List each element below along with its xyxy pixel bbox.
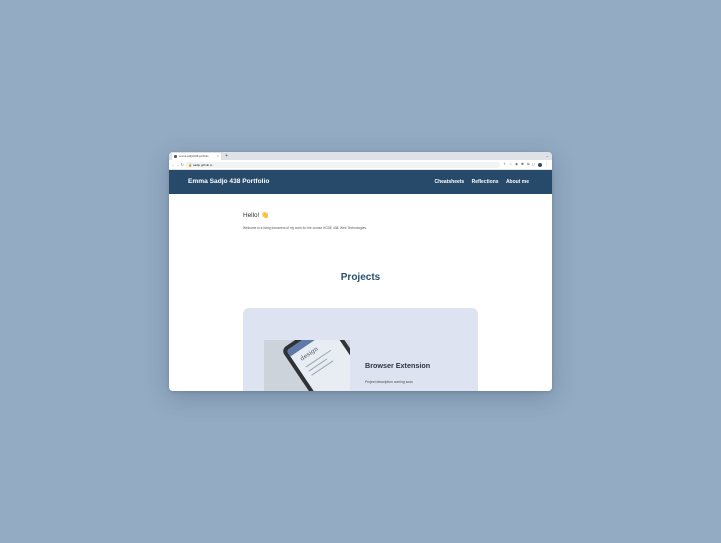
github-favicon-icon [174,155,177,158]
project-image: design [264,340,350,391]
project-card[interactable]: design Browser Extension Project descrip… [243,308,478,391]
tablet-screen: design [286,340,350,391]
web-page: Emma Sadjo 438 Portfolio Cheatsheets Ref… [169,170,552,391]
site-header: Emma Sadjo 438 Portfolio Cheatsheets Ref… [169,170,552,194]
nav-about-me[interactable]: About me [506,179,529,185]
welcome-text: Welcome to a living document of my work … [243,226,367,230]
extension-icon[interactable]: ◉ [515,161,518,168]
tablet-device: design [280,340,350,391]
projects-heading: Projects [340,272,381,283]
greeting-heading: Hello! 👋 [243,212,270,219]
window-icon[interactable]: ◻ [532,161,535,168]
browser-window: emma-sadjo/438-portfolio × + ⌄ ← → ↻ 🔒 s… [169,152,552,391]
url-field[interactable]: 🔒 sadjo.github.io [185,161,500,168]
bookmark-star-icon[interactable]: ☆ [509,161,512,168]
back-icon[interactable]: ← [171,161,175,168]
tab-close-icon[interactable]: × [217,154,219,159]
nav-cheatsheets[interactable]: Cheatsheets [434,179,464,185]
project-description: Project description coming soon [365,380,414,384]
project-title[interactable]: Browser Extension [365,361,430,370]
url-text: sadjo.github.io [193,162,213,167]
site-brand[interactable]: Emma Sadjo 438 Portfolio [188,170,269,194]
profile-avatar[interactable] [538,162,542,167]
address-bar: ← → ↻ 🔒 sadjo.github.io ⇧ ☆ ◉ ✱ ⧉ ◻ ⋮ [169,160,552,170]
nav-reflections[interactable]: Reflections [472,179,499,185]
reload-icon[interactable]: ↻ [181,161,184,168]
new-tab-icon[interactable]: + [225,152,228,160]
menu-icon[interactable]: ⋮ [545,161,549,168]
share-icon[interactable]: ⇧ [503,161,506,168]
tab-strip: emma-sadjo/438-portfolio × + ⌄ [169,152,552,160]
forward-icon[interactable]: → [176,161,180,168]
tab-search-icon[interactable]: ⌄ [546,152,549,160]
site-nav: Cheatsheets Reflections About me [428,170,529,194]
lock-icon: 🔒 [188,162,193,167]
sidebar-icon[interactable]: ⧉ [527,161,530,168]
browser-tab[interactable]: emma-sadjo/438-portfolio × [172,153,221,160]
puzzle-icon[interactable]: ✱ [521,161,524,168]
tab-title: emma-sadjo/438-portfolio [179,155,209,158]
